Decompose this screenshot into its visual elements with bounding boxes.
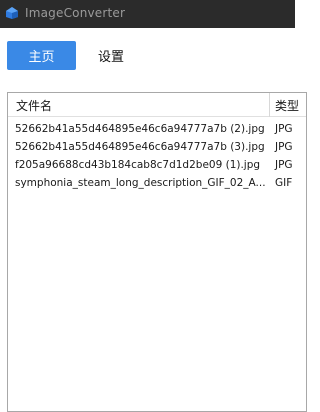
- file-type-cell: JPG: [275, 141, 293, 153]
- file-type-cell: JPG: [275, 159, 293, 171]
- main-content: 主页 设置 文件名 类型 52662b41a55d464895e46c6a947…: [0, 28, 307, 412]
- column-header-filename[interactable]: 文件名: [16, 93, 52, 117]
- file-name-cell: f205a96688cd43b184cab8c7d1d2be09 (1).jpg: [15, 159, 261, 171]
- table-row[interactable]: 52662b41a55d464895e46c6a94777a7b (2).jpg…: [8, 121, 306, 139]
- table-row[interactable]: symphonia_steam_long_description_GIF_02_…: [8, 175, 306, 193]
- window-title: ImageConverter: [25, 6, 126, 20]
- column-header-type[interactable]: 类型: [275, 93, 299, 117]
- table-row[interactable]: f205a96688cd43b184cab8c7d1d2be09 (1).jpg…: [8, 157, 306, 175]
- file-name-cell: 52662b41a55d464895e46c6a94777a7b (2).jpg: [15, 123, 265, 135]
- title-bar: ImageConverter: [0, 0, 295, 28]
- table-row[interactable]: 52662b41a55d464895e46c6a94777a7b (3).jpg…: [8, 139, 306, 157]
- settings-button[interactable]: 设置: [80, 41, 142, 70]
- home-button[interactable]: 主页: [7, 41, 76, 70]
- file-type-cell: JPG: [275, 123, 293, 135]
- table-header: 文件名 类型: [8, 93, 306, 117]
- file-type-cell: GIF: [275, 177, 293, 189]
- column-divider[interactable]: [269, 93, 270, 117]
- file-name-cell: symphonia_steam_long_description_GIF_02_…: [15, 177, 266, 189]
- app-logo-icon: [6, 7, 18, 19]
- file-name-cell: 52662b41a55d464895e46c6a94777a7b (3).jpg: [15, 141, 265, 153]
- file-table[interactable]: 文件名 类型 52662b41a55d464895e46c6a94777a7b …: [7, 92, 307, 412]
